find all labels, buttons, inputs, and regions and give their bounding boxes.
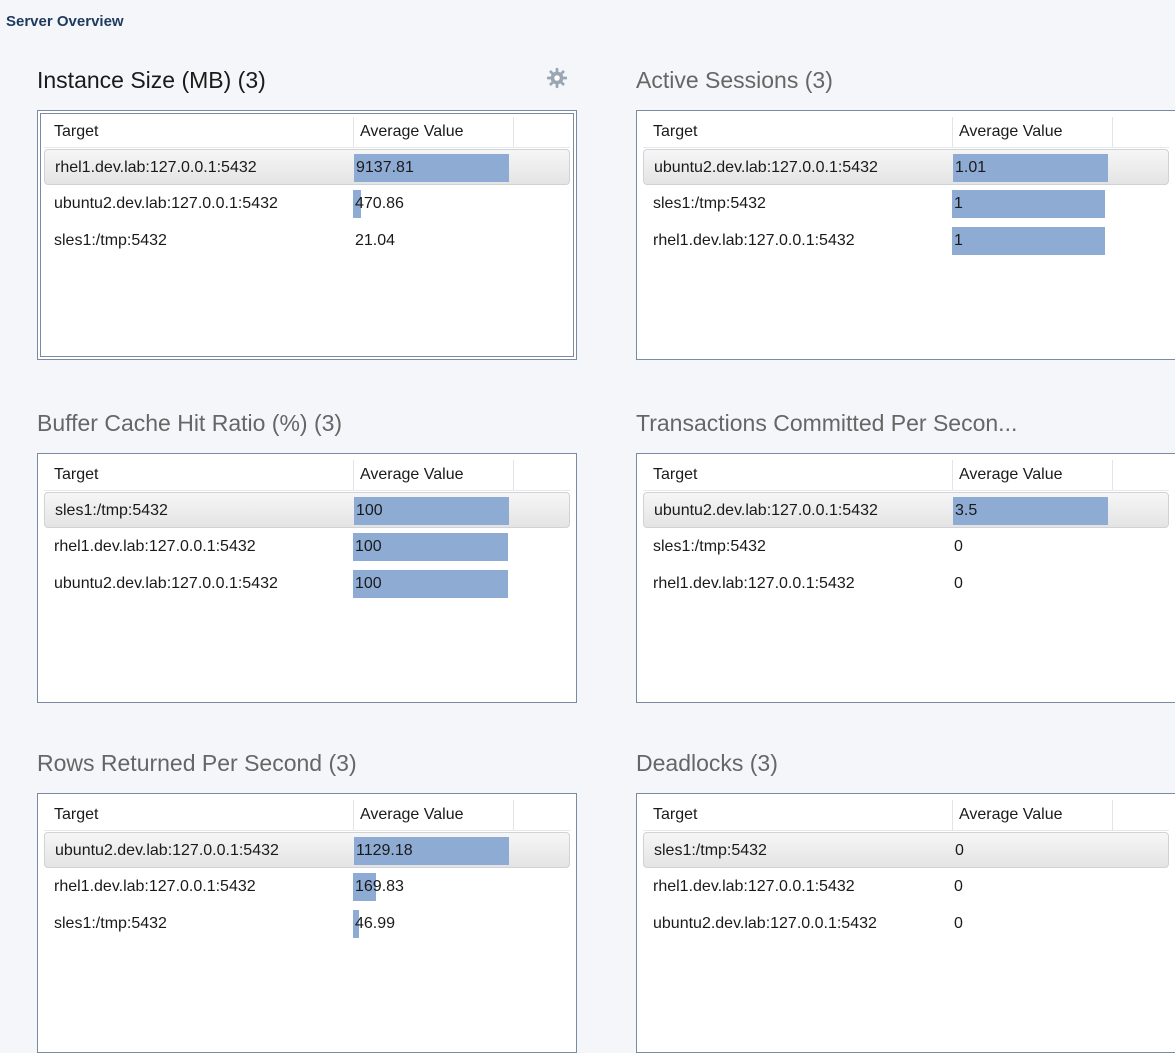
- column-header-target[interactable]: Target: [653, 800, 953, 830]
- table-row[interactable]: sles1:/tmp:5432 0: [643, 832, 1169, 868]
- data-grid[interactable]: Target Average Value ubuntu2.dev.lab:127…: [37, 793, 577, 1053]
- target-cell: ubuntu2.dev.lab:127.0.0.1:5432: [54, 195, 278, 212]
- target-cell: rhel1.dev.lab:127.0.0.1:5432: [653, 878, 855, 895]
- page-title: Server Overview: [6, 13, 124, 30]
- table-row[interactable]: ubuntu2.dev.lab:127.0.0.1:5432 470.86: [44, 186, 570, 222]
- value-cell: 470.86: [355, 195, 404, 212]
- grid-header: Target Average Value: [44, 800, 570, 831]
- target-cell: sles1:/tmp:5432: [54, 232, 167, 249]
- table-row[interactable]: sles1:/tmp:5432 1: [643, 186, 1169, 222]
- panel-title: Instance Size (MB) (3): [37, 67, 266, 93]
- value-cell: 0: [954, 915, 963, 932]
- panel-buffer-cache-hit-ratio: Buffer Cache Hit Ratio (%) (3) Target Av…: [37, 405, 577, 705]
- data-grid[interactable]: Target Average Value rhel1.dev.lab:127.0…: [37, 110, 577, 360]
- panel-instance-size: Instance Size (MB) (3) Target Average Va…: [37, 62, 577, 362]
- column-header-average-value[interactable]: Average Value: [354, 460, 514, 490]
- column-header-target[interactable]: Target: [653, 460, 953, 490]
- grid-header: Target Average Value: [44, 117, 570, 148]
- table-row[interactable]: rhel1.dev.lab:127.0.0.1:5432 9137.81: [44, 149, 570, 185]
- target-cell: sles1:/tmp:5432: [653, 538, 766, 555]
- column-header-average-value[interactable]: Average Value: [953, 800, 1113, 830]
- table-row[interactable]: rhel1.dev.lab:127.0.0.1:5432 100: [44, 529, 570, 565]
- value-cell: 0: [954, 878, 963, 895]
- data-grid[interactable]: Target Average Value ubuntu2.dev.lab:127…: [636, 453, 1175, 703]
- value-cell: 0: [955, 842, 964, 859]
- target-cell: ubuntu2.dev.lab:127.0.0.1:5432: [54, 575, 278, 592]
- target-cell: sles1:/tmp:5432: [54, 915, 167, 932]
- gear-icon[interactable]: [546, 67, 568, 89]
- value-cell: 46.99: [355, 915, 396, 932]
- value-cell: 0: [954, 538, 963, 555]
- data-grid[interactable]: Target Average Value ubuntu2.dev.lab:127…: [636, 110, 1175, 360]
- target-cell: rhel1.dev.lab:127.0.0.1:5432: [55, 159, 257, 176]
- target-cell: ubuntu2.dev.lab:127.0.0.1:5432: [55, 842, 279, 859]
- value-cell: 0: [954, 575, 963, 592]
- value-bar: [952, 227, 1105, 255]
- panel-rows-returned: Rows Returned Per Second (3) Target Aver…: [37, 745, 577, 1053]
- grid-header: Target Average Value: [44, 460, 570, 491]
- panel-title: Deadlocks (3): [636, 750, 778, 776]
- panel-title: Transactions Committed Per Secon...: [636, 410, 1018, 436]
- value-cell: 169.83: [355, 878, 404, 895]
- column-header-target[interactable]: Target: [54, 117, 354, 147]
- target-cell: ubuntu2.dev.lab:127.0.0.1:5432: [653, 915, 877, 932]
- column-header-average-value[interactable]: Average Value: [354, 800, 514, 830]
- value-cell: 100: [355, 538, 382, 555]
- target-cell: rhel1.dev.lab:127.0.0.1:5432: [54, 878, 256, 895]
- value-bar: [952, 190, 1105, 218]
- value-cell: 3.5: [955, 502, 978, 519]
- table-row[interactable]: ubuntu2.dev.lab:127.0.0.1:5432 3.5: [643, 492, 1169, 528]
- target-cell: rhel1.dev.lab:127.0.0.1:5432: [653, 232, 855, 249]
- table-row[interactable]: rhel1.dev.lab:127.0.0.1:5432 169.83: [44, 869, 570, 905]
- value-cell: 21.04: [355, 232, 396, 249]
- grid-header: Target Average Value: [643, 117, 1169, 148]
- table-row[interactable]: sles1:/tmp:5432 21.04: [44, 223, 570, 259]
- panel-title: Rows Returned Per Second (3): [37, 750, 357, 776]
- column-header-target[interactable]: Target: [653, 117, 953, 147]
- target-cell: sles1:/tmp:5432: [55, 502, 168, 519]
- target-cell: sles1:/tmp:5432: [653, 195, 766, 212]
- grid-header: Target Average Value: [643, 800, 1169, 831]
- data-grid[interactable]: Target Average Value sles1:/tmp:5432 0 r…: [636, 793, 1175, 1053]
- grid-header: Target Average Value: [643, 460, 1169, 491]
- value-cell: 1129.18: [356, 842, 413, 859]
- table-row[interactable]: ubuntu2.dev.lab:127.0.0.1:5432 1129.18: [44, 832, 570, 868]
- panel-title: Active Sessions (3): [636, 67, 833, 93]
- table-row[interactable]: sles1:/tmp:5432 0: [643, 529, 1169, 565]
- target-cell: sles1:/tmp:5432: [654, 842, 767, 859]
- value-cell: 9137.81: [356, 159, 414, 176]
- table-row[interactable]: sles1:/tmp:5432 100: [44, 492, 570, 528]
- column-header-average-value[interactable]: Average Value: [953, 117, 1113, 147]
- data-grid[interactable]: Target Average Value sles1:/tmp:5432 100…: [37, 453, 577, 703]
- column-header-average-value[interactable]: Average Value: [354, 117, 514, 147]
- panel-title: Buffer Cache Hit Ratio (%) (3): [37, 410, 343, 436]
- target-cell: ubuntu2.dev.lab:127.0.0.1:5432: [654, 502, 878, 519]
- table-row[interactable]: sles1:/tmp:5432 46.99: [44, 906, 570, 942]
- value-cell: 1: [954, 195, 963, 212]
- target-cell: ubuntu2.dev.lab:127.0.0.1:5432: [654, 159, 878, 176]
- column-header-average-value[interactable]: Average Value: [953, 460, 1113, 490]
- table-row[interactable]: rhel1.dev.lab:127.0.0.1:5432 0: [643, 869, 1169, 905]
- column-header-target[interactable]: Target: [54, 800, 354, 830]
- table-row[interactable]: rhel1.dev.lab:127.0.0.1:5432 0: [643, 566, 1169, 602]
- value-cell: 100: [355, 575, 382, 592]
- value-cell: 1.01: [955, 159, 987, 176]
- value-cell: 1: [954, 232, 963, 249]
- panel-deadlocks: Deadlocks (3) Target Average Value sles1…: [636, 745, 1175, 1053]
- table-row[interactable]: ubuntu2.dev.lab:127.0.0.1:5432 1.01: [643, 149, 1169, 185]
- target-cell: rhel1.dev.lab:127.0.0.1:5432: [653, 575, 855, 592]
- table-row[interactable]: ubuntu2.dev.lab:127.0.0.1:5432 0: [643, 906, 1169, 942]
- table-row[interactable]: rhel1.dev.lab:127.0.0.1:5432 1: [643, 223, 1169, 259]
- table-row[interactable]: ubuntu2.dev.lab:127.0.0.1:5432 100: [44, 566, 570, 602]
- panel-active-sessions: Active Sessions (3) Target Average Value…: [636, 62, 1175, 362]
- target-cell: rhel1.dev.lab:127.0.0.1:5432: [54, 538, 256, 555]
- column-header-target[interactable]: Target: [54, 460, 354, 490]
- panel-transactions-committed: Transactions Committed Per Secon... Targ…: [636, 405, 1175, 705]
- value-cell: 100: [356, 502, 383, 519]
